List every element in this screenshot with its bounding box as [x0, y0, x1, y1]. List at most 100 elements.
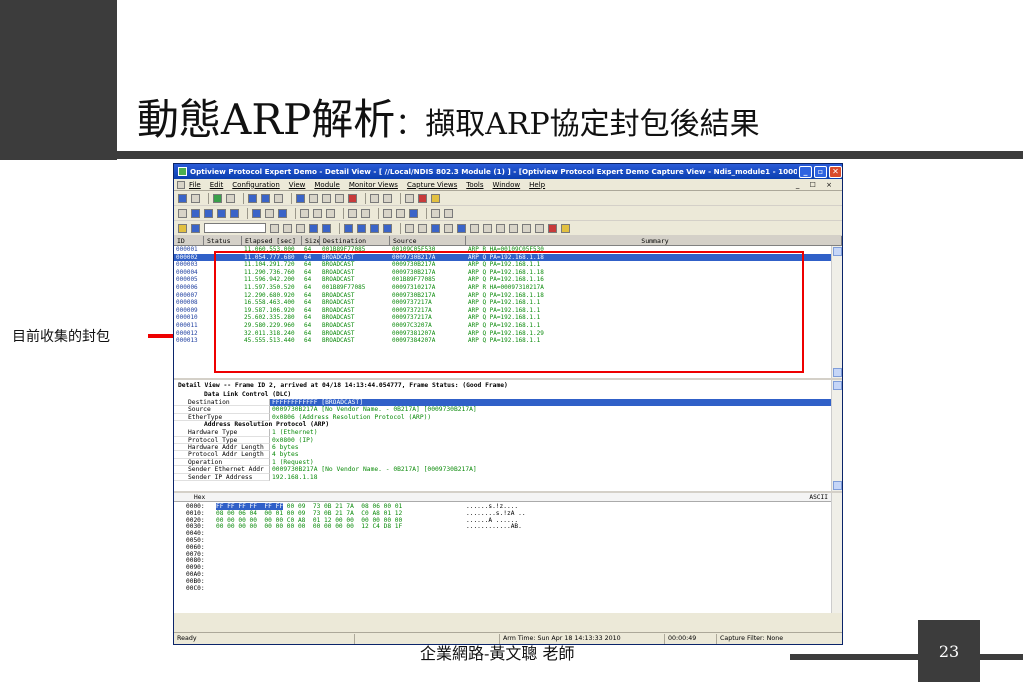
tool-icon[interactable] [217, 208, 226, 218]
tool-icon[interactable] [300, 208, 309, 218]
tool-icon[interactable] [383, 193, 392, 203]
save-icon[interactable] [178, 193, 187, 203]
tool-icon[interactable] [483, 223, 492, 233]
detail-row[interactable]: Hardware Type 1 (Ethernet) [174, 429, 842, 437]
detail-row[interactable]: Source 0009730B217A [No Vendor Name. - 0B… [174, 406, 842, 414]
help-icon[interactable] [431, 193, 440, 203]
col-id[interactable]: ID [174, 236, 204, 245]
last-icon[interactable] [383, 223, 392, 233]
tool-icon[interactable] [409, 208, 418, 218]
tool-icon[interactable] [418, 223, 427, 233]
scroll-up-icon[interactable] [833, 247, 842, 256]
col-destination[interactable]: Destination [320, 236, 390, 245]
detail-scrollbar[interactable] [831, 380, 842, 491]
detail-row[interactable]: Protocol Type 0x0800 (IP) [174, 436, 842, 444]
scroll-down-icon[interactable] [833, 481, 842, 490]
grid-icon[interactable] [296, 193, 305, 203]
tool-icon[interactable] [444, 208, 453, 218]
detail-row[interactable]: Sender Ethernet Addr 0009730B217A [No Ven… [174, 466, 842, 474]
tool-icon[interactable] [405, 193, 414, 203]
close-button[interactable]: ✕ [829, 165, 842, 178]
tool-icon[interactable] [313, 208, 322, 218]
col-source[interactable]: Source [390, 236, 466, 245]
tool-icon[interactable] [535, 223, 544, 233]
menu-help[interactable]: Help [529, 181, 545, 189]
tool-icon[interactable] [348, 208, 357, 218]
tool-icon[interactable] [457, 223, 466, 233]
menu-window[interactable]: Window [493, 181, 521, 189]
network-icon[interactable] [309, 193, 318, 203]
tool-icon[interactable] [431, 223, 440, 233]
first-icon[interactable] [309, 223, 318, 233]
stop-icon[interactable] [226, 193, 235, 203]
menu-view[interactable]: View [289, 181, 306, 189]
play-icon[interactable] [213, 193, 222, 203]
col-summary[interactable]: Summary [466, 236, 842, 245]
back-icon[interactable] [344, 223, 353, 233]
menu-configuration[interactable]: Configuration [232, 181, 279, 189]
col-size[interactable]: Size [302, 236, 320, 245]
detail-row[interactable]: Sender IP Address 192.168.1.18 [174, 473, 842, 481]
scroll-down-icon[interactable] [833, 368, 842, 377]
maximize-button[interactable]: ▫ [814, 165, 827, 178]
tool-icon[interactable] [191, 208, 200, 218]
view-icon[interactable] [261, 193, 270, 203]
find-icon[interactable] [283, 223, 292, 233]
print-icon[interactable] [191, 193, 200, 203]
dlc-section-title[interactable]: Data Link Control (DLC) [174, 391, 842, 399]
menu-module[interactable]: Module [314, 181, 339, 189]
next-icon[interactable] [370, 223, 379, 233]
tool-icon[interactable] [204, 208, 213, 218]
detail-row[interactable]: Protocol Addr Length 4 bytes [174, 451, 842, 459]
tool-icon[interactable] [444, 223, 453, 233]
menu-capture-views[interactable]: Capture Views [407, 181, 457, 189]
tool-icon[interactable] [335, 193, 344, 203]
tool-icon[interactable] [418, 193, 427, 203]
tool-icon[interactable] [361, 208, 370, 218]
tool-icon[interactable] [252, 208, 261, 218]
menu-monitor-views[interactable]: Monitor Views [349, 181, 398, 189]
tool-icon[interactable] [326, 208, 335, 218]
view-icon[interactable] [274, 193, 283, 203]
tool-icon[interactable] [431, 208, 440, 218]
tool-icon[interactable] [396, 208, 405, 218]
hex-scrollbar[interactable] [831, 493, 842, 613]
detail-row[interactable]: Hardware Addr Length 6 bytes [174, 443, 842, 452]
tool-icon[interactable] [178, 208, 187, 218]
col-elapsed[interactable]: Elapsed [sec] [242, 236, 302, 245]
minimize-button[interactable]: _ [799, 165, 812, 178]
window-titlebar[interactable]: Optiview Protocol Expert Demo - Detail V… [174, 164, 842, 179]
detail-row[interactable]: Operation 1 (Request) [174, 458, 842, 467]
hex-bytes[interactable]: FF FF FF FF FF FF 00 09 73 0B 21 7A 08 0… [216, 503, 466, 592]
tool-icon[interactable] [383, 208, 392, 218]
tool-icon[interactable] [522, 223, 531, 233]
tool-icon[interactable] [265, 208, 274, 218]
col-status[interactable]: Status [204, 236, 242, 245]
tool-icon[interactable] [322, 193, 331, 203]
mdi-controls[interactable]: _ ☐ × [796, 181, 836, 189]
print-icon[interactable] [296, 223, 305, 233]
menu-tools[interactable]: Tools [466, 181, 483, 189]
open-icon[interactable] [178, 223, 187, 233]
view-icon[interactable] [248, 193, 257, 203]
menu-file[interactable]: File [189, 181, 201, 189]
tool-icon[interactable] [470, 223, 479, 233]
menu-edit[interactable]: Edit [210, 181, 224, 189]
tool-icon[interactable] [370, 193, 379, 203]
prev-icon[interactable] [322, 223, 331, 233]
arp-section-title[interactable]: Address Resolution Protocol (ARP) [174, 421, 842, 429]
scroll-up-icon[interactable] [833, 381, 842, 390]
tool-icon[interactable] [509, 223, 518, 233]
filter-combo[interactable] [204, 223, 266, 233]
find-icon[interactable] [270, 223, 279, 233]
tool-icon[interactable] [278, 208, 287, 218]
tool-icon[interactable] [548, 223, 557, 233]
tool-icon[interactable] [496, 223, 505, 233]
tool-icon[interactable] [230, 208, 239, 218]
forward-icon[interactable] [357, 223, 366, 233]
tool-icon[interactable] [348, 193, 357, 203]
hex-ascii[interactable]: ......s.!z.... ........s.!zA .. ......A ..… [466, 503, 586, 592]
help-icon[interactable] [561, 223, 570, 233]
tool-icon[interactable] [405, 223, 414, 233]
list-scrollbar[interactable] [831, 246, 842, 378]
